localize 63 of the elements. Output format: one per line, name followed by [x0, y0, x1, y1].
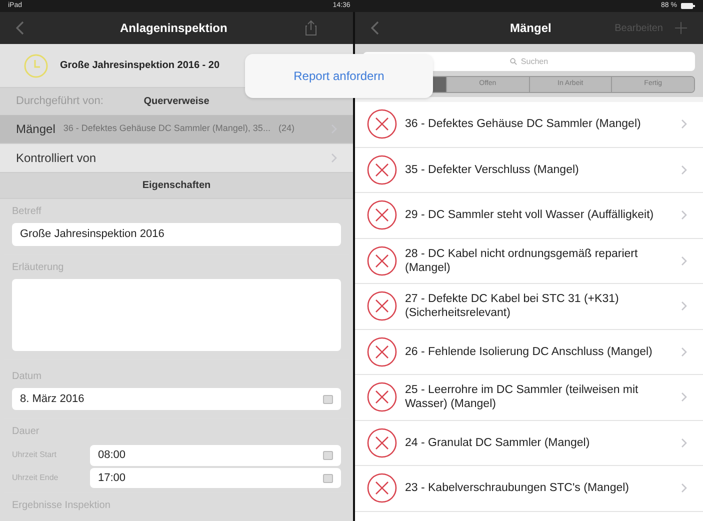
- chevron-icon: [681, 210, 687, 220]
- back-icon[interactable]: [16, 21, 24, 35]
- calendar-icon: [323, 450, 333, 460]
- time-field[interactable]: 08:00: [90, 445, 341, 466]
- row-label: Kontrolliert von: [16, 150, 96, 167]
- nav-title: Anlageninspektion: [120, 20, 228, 37]
- defect-title: 28 - DC Kabel nicht ordnungsgemäß repariert (Mangel): [405, 246, 639, 275]
- add-icon[interactable]: [675, 22, 687, 34]
- chevron-icon: [681, 301, 687, 312]
- date-field[interactable]: 8. März 2016: [12, 388, 341, 410]
- clock-icon: [24, 54, 48, 78]
- cross-circle-icon: [367, 246, 397, 276]
- chevron-icon: [681, 483, 687, 494]
- defect-title: 35 - Defekter Verschluss (Mangel): [405, 162, 580, 177]
- cross-circle-icon: [367, 382, 397, 412]
- cross-circle-icon: [367, 336, 397, 367]
- section-header: Querverweise: [144, 95, 210, 109]
- link-row[interactable]: Mängel 36 - Defektes Gehäuse DC Sammler (Mangel), 35... (24): [0, 115, 353, 144]
- cross-circle-icon: [367, 109, 397, 140]
- defect-title: 24 - Granulat DC Sammler (Mangel): [405, 436, 591, 450]
- cross-circle-icon: [367, 154, 397, 185]
- defect-title: 29 - DC Sammler steht voll Wasser (Auffälligkeit): [405, 208, 655, 222]
- text-field[interactable]: Große Jahresinspektion 2016: [12, 223, 341, 246]
- chevron-icon: [681, 438, 687, 448]
- calendar-icon: [323, 472, 333, 483]
- defect-row[interactable]: 35 - Defekter Verschluss (Mangel): [355, 148, 703, 193]
- chevron-icon: [331, 153, 337, 163]
- defect-title: 25 - Leerrohre im DC Sammler (teilweisen mit Wasser) (Mangel): [405, 383, 640, 412]
- chevron-icon: [681, 256, 687, 266]
- row-count: (24): [278, 122, 294, 136]
- section-header: Eigenschaften: [142, 179, 211, 193]
- cross-circle-icon: [367, 291, 397, 322]
- chevron-icon: [681, 346, 687, 357]
- defect-row[interactable]: 27 - Defekte DC Kabel bei STC 31 (+K31) (Sicherheitsrelevant): [355, 284, 703, 330]
- back-icon[interactable]: [371, 21, 379, 35]
- chevron-icon: [681, 119, 687, 130]
- defect-row[interactable]: 36 - Defektes Gehäuse DC Sammler (Mangel): [355, 102, 703, 148]
- calendar-icon: [323, 394, 333, 404]
- chevron-icon: [681, 164, 687, 175]
- defect-row[interactable]: 28 - DC Kabel nicht ordnungsgemäß repariert (Mangel): [355, 238, 703, 284]
- search-icon: [510, 58, 517, 65]
- inspection-title: Große Jahresinspektion 2016 - 20: [60, 59, 220, 73]
- row-detail: 36 - Defektes Gehäuse DC Sammler (Mangel), 35...: [63, 122, 270, 136]
- chevron-icon: [681, 392, 687, 402]
- defect-title: 36 - Defektes Gehäuse DC Sammler (Mangel): [405, 117, 642, 132]
- share-icon[interactable]: [305, 20, 317, 36]
- link-row[interactable]: Kontrolliert von: [0, 144, 353, 173]
- battery-icon: [680, 3, 695, 9]
- defect-row[interactable]: 25 - Leerrohre im DC Sammler (teilweisen mit Wasser) (Mangel): [355, 375, 703, 420]
- faded-label: Durchgeführt von:: [16, 94, 104, 110]
- nav-title: Mängel: [510, 20, 552, 37]
- cross-circle-icon: [367, 473, 397, 504]
- defect-row[interactable]: 24 - Granulat DC Sammler (Mangel): [355, 420, 703, 466]
- defect-title: 23 - Kabelverschraubungen STC's (Mangel): [405, 481, 630, 496]
- cross-circle-icon: [367, 428, 397, 458]
- cross-circle-icon: [367, 200, 397, 230]
- defect-row[interactable]: 29 - DC Sammler steht voll Wasser (Auffälligkeit): [355, 193, 703, 238]
- row-label: Mängel: [16, 121, 56, 138]
- defect-title: 27 - Defekte DC Kabel bei STC 31 (+K31) (Sicherheitsrelevant): [405, 292, 620, 320]
- time-field[interactable]: 17:00: [90, 468, 341, 488]
- defect-title: 26 - Fehlende Isolierung DC Anschluss (Mangel): [405, 344, 654, 359]
- defect-row[interactable]: 26 - Fehlende Isolierung DC Anschluss (Mangel): [355, 330, 703, 375]
- defect-row[interactable]: 23 - Kabelverschraubungen STC's (Mangel): [355, 466, 703, 512]
